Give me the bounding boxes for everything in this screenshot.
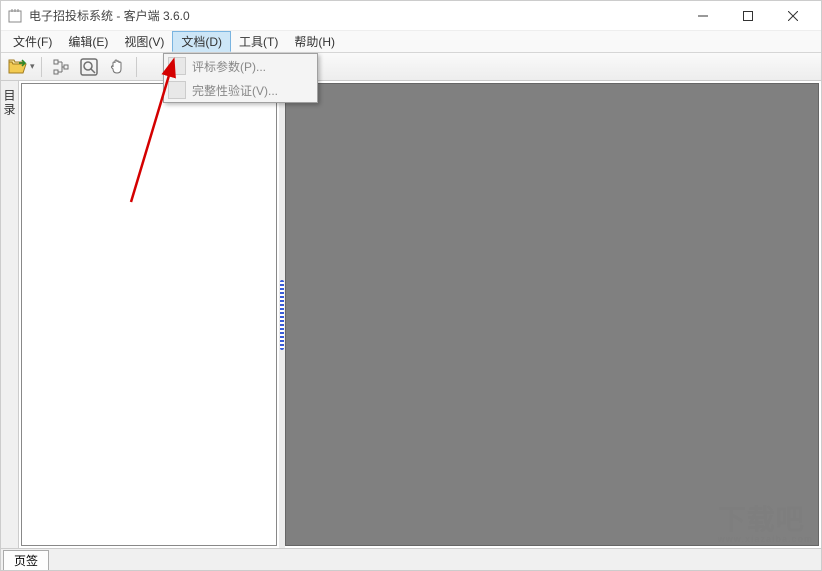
bid-params-icon: [168, 57, 186, 75]
tree-view-button[interactable]: [48, 55, 74, 79]
menu-tools[interactable]: 工具(T): [231, 31, 286, 52]
app-icon: [7, 8, 23, 24]
main-content: 目录: [1, 81, 821, 548]
integrity-check-icon: [168, 81, 186, 99]
menu-item-label: 评标参数(P)...: [192, 58, 266, 75]
menu-view[interactable]: 视图(V): [116, 31, 172, 52]
title-bar: 电子招投标系统 - 客户端 3.6.0: [1, 1, 821, 31]
outline-panel: [21, 83, 277, 546]
menu-item-bid-params[interactable]: 评标参数(P)...: [164, 54, 317, 78]
menu-item-label: 完整性验证(V)...: [192, 82, 278, 99]
document-viewer: [285, 83, 819, 546]
minimize-button[interactable]: [680, 1, 725, 30]
menu-edit[interactable]: 编辑(E): [60, 31, 116, 52]
page-label-tab[interactable]: 页签: [3, 550, 49, 570]
window-title: 电子招投标系统 - 客户端 3.6.0: [29, 7, 190, 24]
menu-file[interactable]: 文件(F): [5, 31, 60, 52]
zoom-button[interactable]: [76, 55, 102, 79]
splitter-handle[interactable]: [279, 81, 285, 548]
menu-bar: 文件(F) 编辑(E) 视图(V) 文档(D) 工具(T) 帮助(H): [1, 31, 821, 53]
toolbar: ▾: [1, 53, 821, 81]
window-controls: [680, 1, 815, 30]
toolbar-separator: [41, 57, 42, 77]
hand-tool-button[interactable]: [104, 55, 130, 79]
menu-help[interactable]: 帮助(H): [286, 31, 343, 52]
status-bar: 页签: [1, 548, 821, 570]
close-button[interactable]: [770, 1, 815, 30]
toolbar-separator: [136, 57, 137, 77]
dropdown-arrow-icon[interactable]: ▾: [30, 61, 35, 72]
open-file-button[interactable]: [5, 55, 31, 79]
maximize-button[interactable]: [725, 1, 770, 30]
document-menu-dropdown: 评标参数(P)... 完整性验证(V)...: [163, 53, 318, 103]
menu-document[interactable]: 文档(D): [172, 31, 231, 52]
menu-item-integrity-check[interactable]: 完整性验证(V)...: [164, 78, 317, 102]
catalog-side-tab[interactable]: 目录: [1, 81, 19, 548]
